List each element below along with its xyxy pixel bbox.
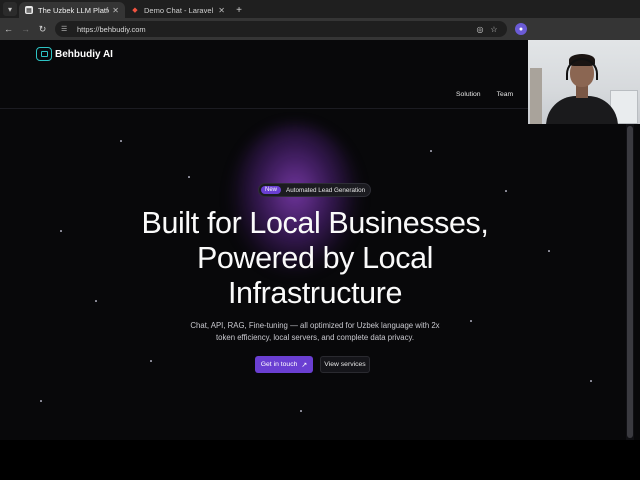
brand-name: Behbudiy AI (55, 48, 113, 60)
star-dot (548, 250, 550, 252)
hero-title-line: Powered by Local (196, 241, 434, 275)
reload-icon[interactable]: ↻ (34, 24, 51, 35)
hero-title-line: Infrastructure (227, 276, 403, 310)
tab-search-icon[interactable]: ▾ (3, 2, 17, 16)
extension-icon[interactable]: ● (515, 23, 527, 35)
star-dot (150, 360, 152, 362)
hero-title: Built for Local Businesses, Powered by L… (120, 206, 510, 311)
star-dot (120, 140, 122, 142)
star-icon[interactable]: ☆ (487, 25, 501, 34)
hero-title-line: Built for Local Businesses, (141, 206, 489, 240)
address-bar[interactable]: ☰ https://behbudiy.com ◎ ☆ (55, 21, 507, 37)
nav-team[interactable]: Team (497, 91, 514, 98)
new-badge: New (261, 186, 282, 194)
tab-uzbek-llm[interactable]: ▦ The Uzbek LLM Platform ✕ (19, 2, 125, 18)
browser-toolbar: ← → ↻ ☰ https://behbudiy.com ◎ ☆ ● (0, 18, 640, 40)
star-dot (470, 320, 472, 322)
get-in-touch-button[interactable]: Get in touch ↗ (255, 356, 313, 373)
page-icon: ▦ (25, 6, 33, 14)
close-icon[interactable]: ✕ (218, 6, 225, 15)
nav-solution[interactable]: Solution (456, 91, 481, 98)
button-label: Get in touch (260, 361, 298, 368)
webcam-overlay (528, 40, 640, 124)
star-dot (430, 150, 432, 152)
chat-logo-icon (36, 47, 52, 61)
back-icon[interactable]: ← (0, 24, 17, 34)
star-dot (95, 300, 97, 302)
view-services-button[interactable]: View services (320, 356, 370, 373)
announcement-badge[interactable]: New Automated Lead Generation (258, 183, 372, 197)
url-text: https://behbudiy.com (77, 24, 146, 34)
star-dot (188, 176, 190, 178)
laravel-icon: ◆ (132, 7, 138, 14)
badge-text: Automated Lead Generation (286, 186, 366, 194)
tab-strip: ▾ ▦ The Uzbek LLM Platform ✕ ◆ Demo Chat… (0, 0, 640, 18)
star-dot (60, 230, 62, 232)
tab-title: The Uzbek LLM Platform (38, 5, 109, 15)
star-dot (505, 190, 507, 192)
webcam-door (530, 68, 542, 124)
hero-subtitle: Chat, API, RAG, Fine-tuning — all optimi… (180, 320, 450, 344)
tab-title: Demo Chat - Laravel (144, 5, 214, 15)
subtitle-line: token efficiency, local servers, and com… (215, 333, 415, 342)
subtitle-line: Chat, API, RAG, Fine-tuning — all optimi… (190, 321, 440, 330)
arrow-up-right-icon: ↗ (301, 361, 308, 369)
brand[interactable]: Behbudiy AI (36, 47, 113, 61)
site-info-icon[interactable]: ☰ (61, 25, 73, 33)
star-dot (40, 400, 42, 402)
button-label: View services (324, 361, 366, 368)
close-icon[interactable]: ✕ (112, 6, 119, 15)
star-dot (300, 410, 302, 412)
new-tab-button[interactable]: + (231, 5, 247, 16)
tab-demo-chat[interactable]: ◆ Demo Chat - Laravel ✕ (125, 2, 231, 18)
eye-off-icon[interactable]: ◎ (473, 25, 487, 34)
scrollbar-thumb[interactable] (627, 126, 633, 438)
star-dot (590, 380, 592, 382)
forward-icon[interactable]: → (17, 24, 34, 34)
